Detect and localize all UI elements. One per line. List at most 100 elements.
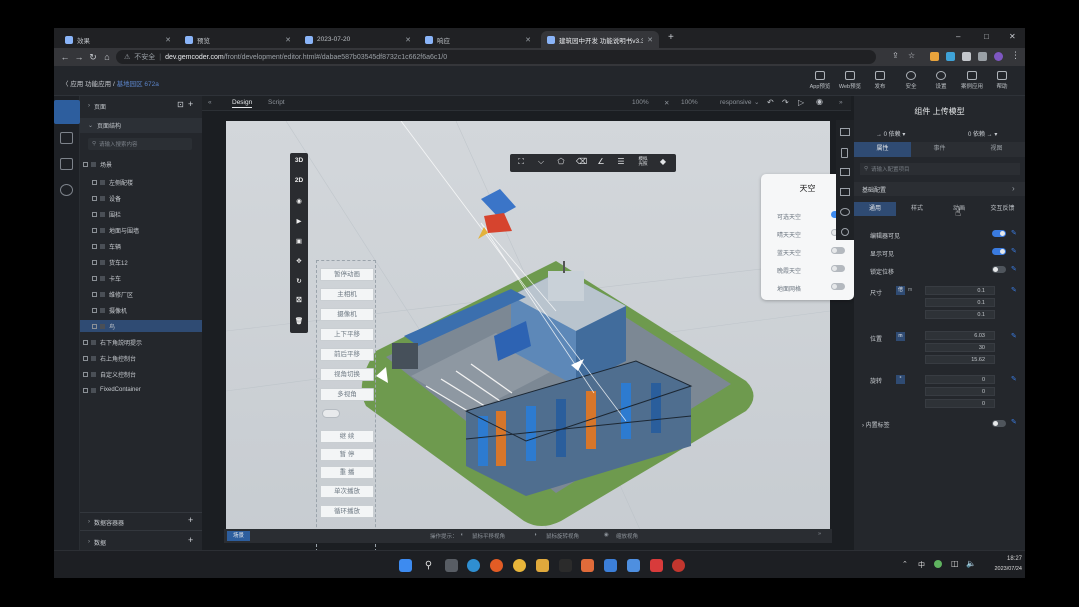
position-y-input[interactable]: 30 bbox=[925, 343, 995, 352]
project-name[interactable]: 功能应用 bbox=[85, 81, 111, 88]
vertical-pan-button[interactable]: 上下平移 bbox=[320, 328, 374, 341]
security-button[interactable]: 安全 bbox=[897, 69, 925, 90]
size-z-input[interactable]: 0.1 bbox=[925, 310, 995, 319]
close-icon[interactable]: ✕ bbox=[405, 36, 411, 44]
trash-icon[interactable]: 🗑 bbox=[290, 317, 308, 325]
tray-chevron-icon[interactable]: ⌃ bbox=[902, 560, 908, 568]
switch-view-button[interactable]: 视角切换 bbox=[320, 368, 374, 381]
add-variable-button[interactable]: + bbox=[188, 535, 193, 545]
zoom-clear-icon[interactable]: ✕ bbox=[664, 99, 669, 107]
scene-tag[interactable]: 场景 bbox=[227, 531, 251, 541]
collapse-right-icon[interactable]: » bbox=[839, 99, 843, 106]
layers-icon[interactable] bbox=[54, 100, 80, 124]
windows-start-icon[interactable] bbox=[399, 559, 412, 572]
minimize-button[interactable]: – bbox=[956, 32, 960, 41]
model-icon[interactable] bbox=[60, 184, 73, 196]
continue-button[interactable]: 继 续 bbox=[320, 430, 374, 443]
position-z-input[interactable]: 15.62 bbox=[925, 355, 995, 364]
link-icon[interactable]: ✎ bbox=[1011, 418, 1017, 426]
help-button[interactable]: 帮助 bbox=[988, 69, 1016, 90]
tree-item-selected[interactable]: 鸟 bbox=[80, 320, 202, 332]
undo-icon[interactable]: ↶ bbox=[767, 98, 774, 107]
tree-item[interactable]: 场景 bbox=[80, 158, 202, 170]
extension-icon[interactable] bbox=[930, 52, 939, 61]
eye-icon[interactable]: ◉ bbox=[290, 197, 308, 205]
link-icon[interactable]: ✎ bbox=[1011, 229, 1017, 237]
star-icon[interactable]: ☆ bbox=[908, 51, 915, 60]
sky-option-toggle[interactable] bbox=[831, 283, 845, 290]
ime-indicator[interactable]: 中 bbox=[918, 560, 925, 570]
home-icon[interactable]: ⌂ bbox=[100, 52, 114, 62]
tree-item[interactable]: 车辆 bbox=[80, 240, 202, 252]
link-icon[interactable]: ✎ bbox=[1011, 375, 1017, 383]
publish-button[interactable]: 发布 bbox=[866, 69, 894, 90]
tree-item[interactable]: 自定义控制台 bbox=[80, 368, 202, 380]
search-icon[interactable]: ⚲ bbox=[422, 559, 435, 572]
sidebar-icon[interactable] bbox=[978, 52, 987, 61]
expand-icon[interactable]: » bbox=[818, 531, 821, 537]
rotation-unit-tag[interactable]: ° bbox=[896, 375, 905, 384]
depth-pan-button[interactable]: 前后平移 bbox=[320, 348, 374, 361]
tree-item[interactable]: 维修厂区 bbox=[80, 288, 202, 300]
network-icon[interactable]: ◫ bbox=[951, 559, 959, 568]
back-link[interactable]: 〈 应用 bbox=[62, 81, 83, 88]
play-icon[interactable]: ▷ bbox=[798, 98, 804, 107]
view-2d-button[interactable]: 2D bbox=[290, 177, 308, 184]
rotate-icon[interactable]: ↻ bbox=[290, 277, 308, 285]
tree-item[interactable]: 右上角控制台 bbox=[80, 352, 202, 364]
tab-script[interactable]: Script bbox=[268, 99, 285, 106]
expand-icon[interactable] bbox=[83, 339, 88, 345]
close-icon[interactable]: ✕ bbox=[525, 36, 531, 44]
chevron-right-icon[interactable]: › bbox=[1012, 184, 1015, 193]
app-icon[interactable] bbox=[627, 559, 640, 572]
browser-tab[interactable]: 响应 ✕ bbox=[419, 31, 537, 48]
expand-icon[interactable] bbox=[83, 355, 88, 361]
pause-button[interactable]: 暂 停 bbox=[320, 448, 374, 461]
eye-icon[interactable] bbox=[100, 275, 105, 281]
chrome-icon[interactable] bbox=[513, 559, 526, 572]
task-view-icon[interactable] bbox=[445, 559, 458, 572]
extension-icon[interactable] bbox=[946, 52, 955, 61]
image-icon[interactable] bbox=[840, 188, 850, 196]
tab-design[interactable]: Design bbox=[232, 99, 253, 108]
property-search-input[interactable]: ⚲ 请输入配置项目 bbox=[860, 163, 1020, 175]
app-icon[interactable] bbox=[672, 559, 685, 572]
angle-icon[interactable]: ∠ bbox=[596, 157, 606, 167]
select-icon[interactable]: ⛶ bbox=[516, 157, 526, 167]
eye-icon[interactable] bbox=[100, 195, 105, 201]
edge-icon[interactable] bbox=[467, 559, 480, 572]
multi-view-button[interactable]: 多视角 bbox=[320, 388, 374, 401]
size-unit-tag2[interactable]: m bbox=[908, 287, 912, 293]
page-structure-header[interactable]: ⌄ 页面结构 bbox=[80, 118, 202, 133]
tree-item[interactable]: 左侧配楼 bbox=[80, 176, 202, 188]
mobile-icon[interactable] bbox=[841, 148, 848, 158]
camera-button[interactable]: 摄像机 bbox=[320, 308, 374, 321]
tab-properties[interactable]: 属性 bbox=[854, 142, 911, 157]
replay-button[interactable]: 重 播 bbox=[320, 466, 374, 479]
app-icon[interactable] bbox=[581, 559, 594, 572]
redo-icon[interactable]: ↷ bbox=[782, 98, 789, 107]
eye-icon[interactable] bbox=[100, 291, 105, 297]
position-unit-tag[interactable]: m bbox=[896, 332, 905, 341]
lock-icon[interactable]: ⛝ bbox=[290, 297, 308, 305]
size-y-input[interactable]: 0.1 bbox=[925, 298, 995, 307]
close-icon[interactable]: ✕ bbox=[647, 36, 653, 44]
firefox-icon[interactable] bbox=[490, 559, 503, 572]
close-icon[interactable]: ✕ bbox=[165, 36, 171, 44]
inner-label-row[interactable]: › 内置标签 bbox=[862, 420, 890, 429]
url-field[interactable]: ⚠ 不安全 | dev.gemcoder.com/front/developme… bbox=[116, 50, 876, 64]
sky-option-toggle[interactable] bbox=[831, 265, 845, 272]
tree-item[interactable]: 设备 bbox=[80, 192, 202, 204]
add-page-button[interactable]: + bbox=[188, 99, 193, 109]
list-icon[interactable]: ☰ bbox=[616, 157, 626, 167]
in-dependency-select[interactable]: → 0 依赖 ▾ bbox=[876, 129, 905, 138]
subtab-style[interactable]: 样式 bbox=[896, 202, 938, 216]
maximize-button[interactable]: □ bbox=[984, 32, 989, 41]
menu-dots-icon[interactable]: ⋮ bbox=[1011, 50, 1020, 61]
tree-item[interactable]: 围栏 bbox=[80, 208, 202, 220]
tree-item[interactable]: 卡车 bbox=[80, 272, 202, 284]
link-icon[interactable]: ✎ bbox=[1011, 332, 1017, 340]
eye-icon[interactable] bbox=[100, 323, 105, 329]
view-3d-button[interactable]: 3D bbox=[290, 157, 308, 164]
position-x-input[interactable]: 6.03 bbox=[925, 331, 995, 340]
